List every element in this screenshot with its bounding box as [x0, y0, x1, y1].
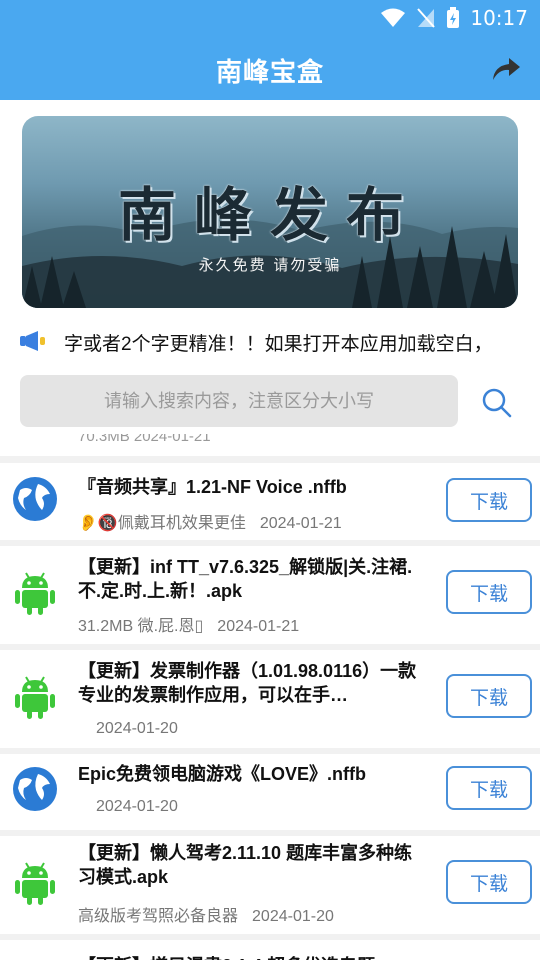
wifi-icon: [381, 8, 406, 27]
download-button[interactable]: 下载: [446, 570, 532, 614]
search-input[interactable]: [20, 375, 458, 427]
android-icon: [15, 862, 55, 905]
download-button[interactable]: 下载: [446, 674, 532, 718]
status-icons: 10:17: [380, 6, 528, 30]
list-item-date: 2024-01-20: [96, 798, 178, 815]
list-item-title: 【更新】发票制作器（1.01.98.0116）一款专业的发票制作应用，可以在手…: [78, 661, 417, 705]
banner-title: 南峰发布: [117, 181, 422, 249]
android-icon: [15, 572, 55, 615]
list-item-title: 【更新】懒人驾考2.11.10 题库丰富多种练习模式.apk: [78, 843, 413, 887]
share-button[interactable]: [490, 54, 522, 84]
banner-section: 南峰发布 永久免费 请勿受骗: [0, 100, 540, 320]
list-item-note: 👂🔞佩戴耳机效果更佳: [78, 515, 246, 532]
list-item[interactable]: 『音频共享』1.21-NF Voice .nffb 👂🔞佩戴耳机效果更佳 2024…: [0, 463, 540, 540]
share-icon: [493, 58, 520, 80]
list-item[interactable]: Epic免费领电脑游戏《LOVE》.nffb 2024-01-20 下载: [0, 754, 540, 830]
list-item-partial-top[interactable]: 70.3MB 2024-01-21: [0, 434, 540, 456]
globe-icon: [13, 767, 57, 811]
list-item[interactable]: 【更新】懒人驾考2.11.10 题库丰富多种练习模式.apk 高级版考驾照必备良…: [0, 836, 540, 934]
battery-charging-icon: [447, 7, 460, 28]
app-root: 10:17 南峰宝盒 南峰发布 永久免费 请勿受骗 字或者2个字更精准！！如果打…: [0, 0, 540, 960]
list-item-title: 【更新】搓目漫書2.1.4 超多优选专题: [78, 952, 375, 960]
resource-list: 70.3MB 2024-01-21 『音频共享』1.21-NF Voice .n…: [0, 434, 540, 960]
banner-image[interactable]: 南峰发布 永久免费 请勿受骗: [22, 116, 518, 308]
list-item-meta: 2024-01-20: [96, 798, 178, 816]
search-row: [0, 366, 540, 434]
megaphone-icon: [20, 331, 45, 351]
list-item-title: 『音频共享』1.21-NF Voice .nffb: [78, 477, 347, 497]
notice-text: 字或者2个字更精准！！如果打开本应用加载空白，: [64, 334, 493, 355]
list-item[interactable]: 【更新】发票制作器（1.01.98.0116）一款专业的发票制作应用，可以在手……: [0, 650, 540, 748]
list-item[interactable]: 【更新】inf TT_v7.6.325_解锁版|关.注裙.不.定.时.上.新！.…: [0, 546, 540, 644]
download-button[interactable]: 下载: [446, 766, 532, 810]
search-icon: [482, 388, 512, 418]
list-item-title: Epic免费领电脑游戏《LOVE》.nffb: [78, 764, 366, 784]
list-item-meta: 31.2MB 微.屁.恩▯ 2024-01-21: [78, 612, 299, 636]
banner-subtitle: 永久免费 请勿受骗: [198, 256, 342, 274]
search-button[interactable]: [480, 386, 514, 420]
globe-icon: [13, 477, 57, 521]
android-icon: [15, 676, 55, 719]
notice-bar: 字或者2个字更精准！！如果打开本应用加载空白，: [0, 320, 540, 366]
list-item-date: 2024-01-21: [259, 515, 342, 532]
list-item-meta: 70.3MB 2024-01-21: [78, 434, 211, 445]
download-button[interactable]: 下载: [446, 478, 532, 522]
list-item-date: 2024-01-21: [217, 618, 300, 635]
list-item-meta: 高级版考驾照必备良器 2024-01-20: [78, 902, 334, 926]
list-item-note: 高级版考驾照必备良器: [78, 908, 239, 925]
list-item-date: 2024-01-20: [96, 720, 178, 737]
status-bar: 10:17: [0, 0, 540, 36]
list-item-meta: 👂🔞佩戴耳机效果更佳 2024-01-21: [78, 509, 342, 533]
list-item-partial-bottom[interactable]: 【更新】搓目漫書2.1.4 超多优选专题: [0, 940, 540, 960]
app-header: 10:17 南峰宝盒: [0, 0, 540, 100]
list-item-date: 2024-01-20: [252, 908, 334, 925]
list-item-meta: 2024-01-20: [96, 720, 178, 738]
page-title: 南峰宝盒: [215, 57, 324, 87]
status-clock: 10:17: [470, 6, 528, 30]
download-button[interactable]: 下载: [446, 860, 532, 904]
list-item-size: 31.2MB 微.屁.恩▯: [78, 618, 204, 635]
list-item-title: 【更新】inf TT_v7.6.325_解锁版|关.注裙.不.定.时.上.新！.…: [78, 557, 413, 601]
no-signal-icon: [417, 8, 436, 28]
